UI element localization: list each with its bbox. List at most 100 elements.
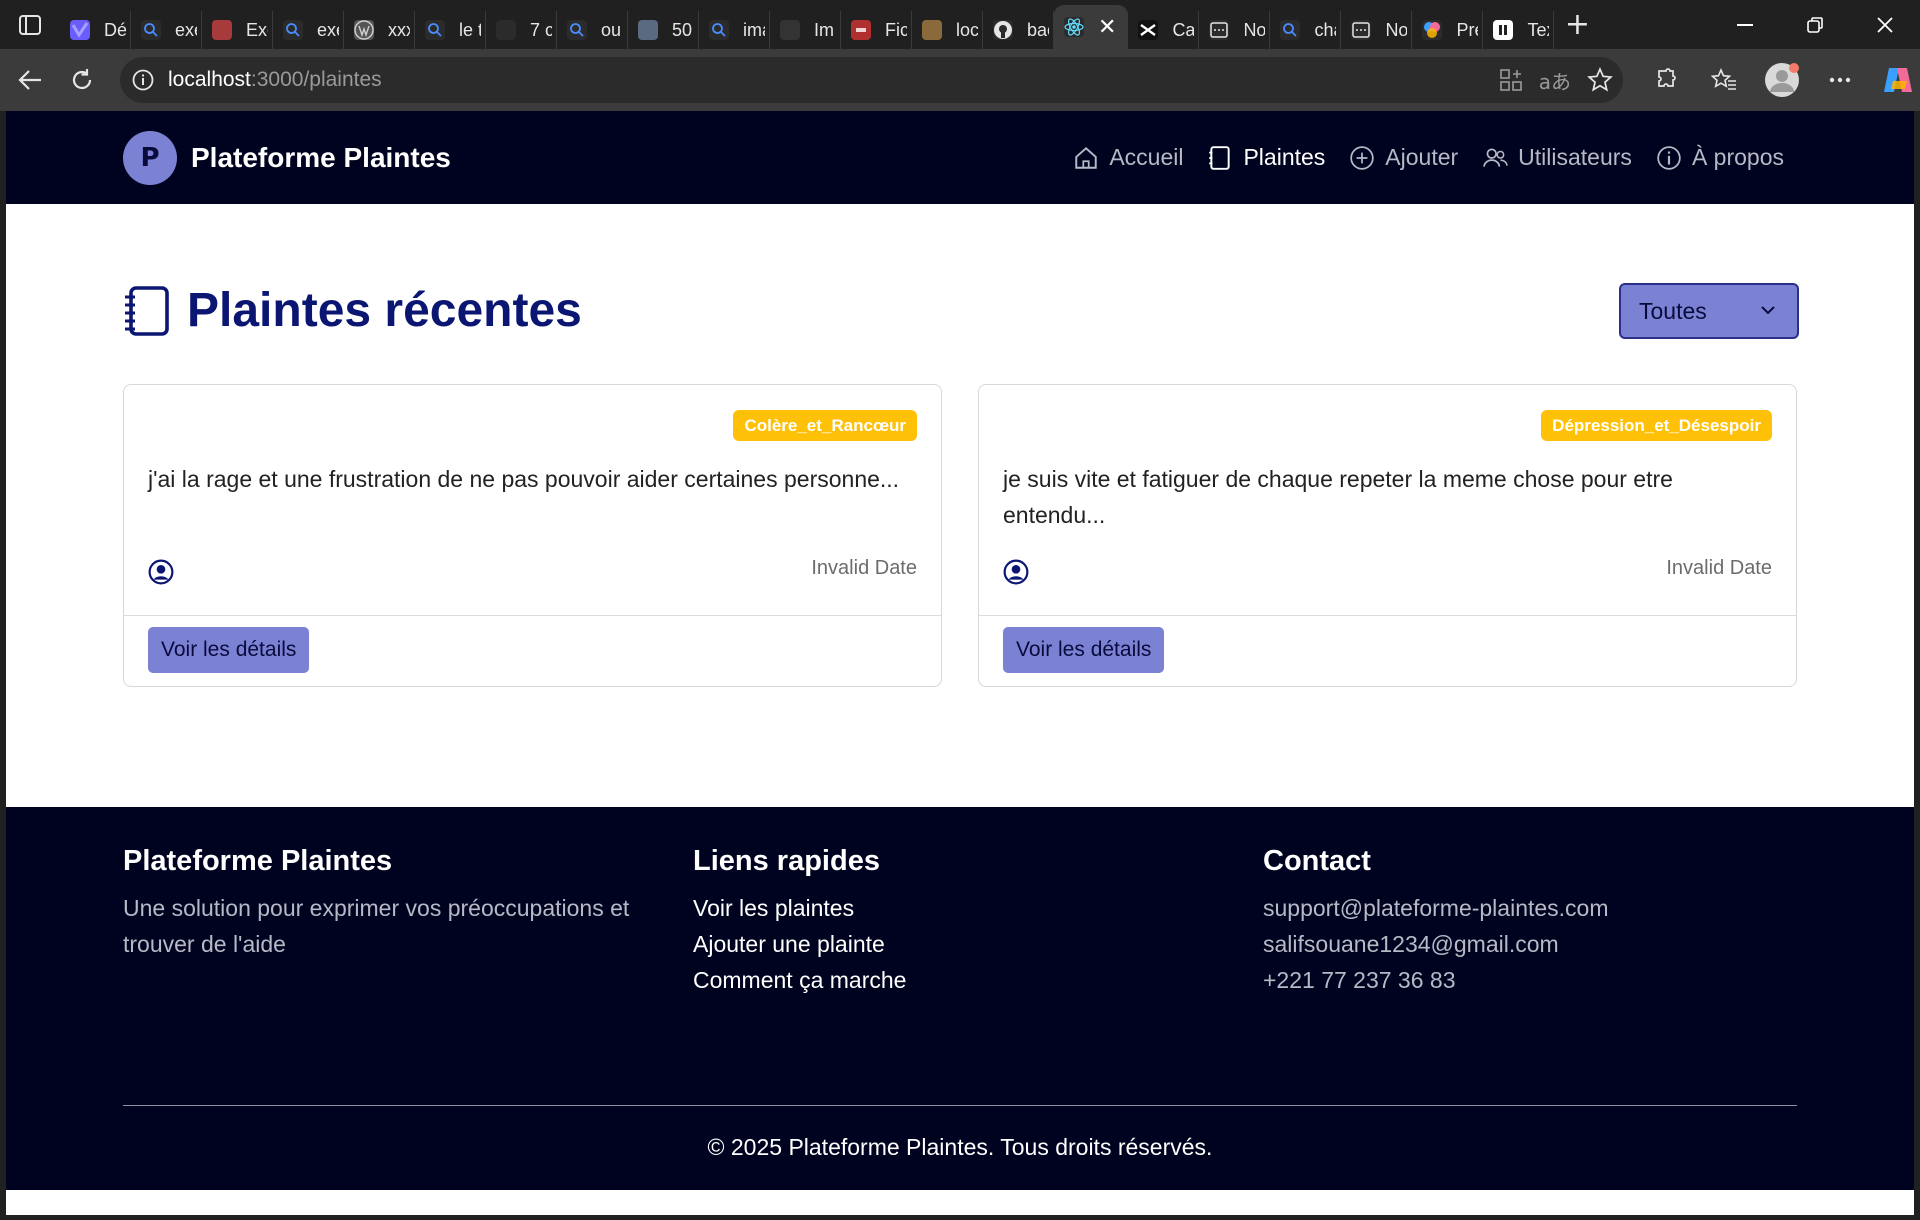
browser-tab[interactable]: Tex — [1483, 11, 1555, 49]
github-icon — [993, 20, 1013, 40]
note-icon — [1209, 20, 1230, 40]
favorites-icon[interactable] — [1698, 54, 1750, 106]
browser-tab[interactable]: Ca — [1128, 11, 1200, 49]
app-available-icon[interactable] — [1499, 68, 1523, 92]
browser-tab[interactable]: xxx — [344, 11, 415, 49]
browser-tab[interactable]: 50 — [628, 11, 699, 49]
tab-title: loc — [956, 19, 978, 40]
browser-tab[interactable]: loc — [912, 11, 983, 49]
browser-tab[interactable]: Exe — [202, 11, 273, 49]
browser-tab[interactable]: le t — [415, 11, 486, 49]
site-info-icon[interactable] — [132, 69, 154, 91]
browser-tab[interactable]: ✕ — [1054, 5, 1129, 49]
profile-avatar[interactable] — [1756, 54, 1808, 106]
restore-icon[interactable] — [1780, 0, 1850, 49]
translate-icon[interactable]: aあ — [1539, 66, 1571, 95]
browser-tab-strip: Dé exe Exe exe xxx le t 7 c ou 50 ima Im Fic loc bac ✕… — [0, 0, 1920, 49]
browser-tab[interactable]: ou — [557, 11, 628, 49]
nav-links: Accueil Plaintes Ajouter Utilisateurs À … — [1073, 111, 1784, 204]
browser-tab[interactable]: Im — [770, 11, 841, 49]
complaint-excerpt: je suis vite et fatiguer de chaque repet… — [1003, 466, 1673, 528]
new-tab-button[interactable]: + — [1554, 6, 1600, 44]
home-icon — [1075, 146, 1098, 169]
tab-title: ou — [601, 19, 622, 40]
nav-link-plaintes[interactable]: Plaintes — [1207, 144, 1325, 171]
view-details-button[interactable]: Voir les détails — [1003, 627, 1165, 673]
browser-tab[interactable]: 7 c — [486, 11, 557, 49]
nav-link-utilisateurs[interactable]: Utilisateurs — [1482, 144, 1632, 171]
pause-icon — [1493, 20, 1514, 40]
nav-link-accueil[interactable]: Accueil — [1073, 144, 1183, 171]
brand[interactable]: P Plateforme Plaintes — [123, 131, 451, 185]
browser-tab[interactable]: exe — [131, 11, 202, 49]
contact-email-personal: salifsouane1234@gmail.com — [1263, 931, 1559, 957]
url-text[interactable]: localhost:3000/plaintes — [168, 68, 382, 92]
tab-title: Pré — [1456, 19, 1478, 40]
search-icon — [141, 20, 161, 40]
navbar: P Plateforme Plaintes Accueil Plaintes A… — [6, 111, 1914, 204]
footer-about: Plateforme Plaintes Une solution pour ex… — [123, 845, 663, 962]
nav-link-a-propos[interactable]: À propos — [1656, 144, 1784, 171]
card-divider — [979, 615, 1796, 616]
arrow-logo-icon — [496, 20, 516, 40]
nav-link-ajouter[interactable]: Ajouter — [1349, 144, 1458, 171]
close-tab-icon[interactable]: ✕ — [1098, 15, 1116, 40]
browser-tab[interactable]: cha — [1270, 11, 1342, 49]
window-controls — [1710, 0, 1920, 49]
search-icon — [1280, 20, 1301, 40]
copilot-icon — [70, 20, 90, 40]
user-circle-icon — [1003, 559, 1029, 585]
tab-title: bac — [1027, 19, 1049, 40]
browser-tab[interactable]: Fic — [841, 11, 912, 49]
wordpress-icon — [354, 20, 374, 40]
footer-link-comment-ca-marche[interactable]: Comment ça marche — [693, 962, 906, 998]
tab-title: xxx — [388, 19, 410, 40]
tab-title: 7 c — [530, 19, 552, 40]
footer-about-text: Une solution pour exprimer vos préoccupa… — [123, 895, 630, 957]
complaint-card: Dépression_et_Désespoir je suis vite et … — [978, 384, 1797, 687]
favorite-star-icon[interactable] — [1587, 67, 1613, 93]
page-viewport: P Plateforme Plaintes Accueil Plaintes A… — [6, 111, 1914, 1215]
browser-tab[interactable]: exe — [273, 11, 344, 49]
footer-quick-links: Liens rapides Voir les plaintes Ajouter … — [693, 845, 906, 998]
user-circle-icon — [148, 559, 174, 585]
pdf-icon — [851, 20, 871, 40]
browser-tab[interactable]: No — [1341, 11, 1413, 49]
complaint-excerpt: j'ai la rage et une frustration de ne pa… — [148, 466, 900, 492]
close-window-icon[interactable] — [1850, 0, 1920, 49]
browser-toolbar: localhost:3000/plaintes aあ — [0, 49, 1920, 111]
tab-list: Dé exe Exe exe xxx le t 7 c ou 50 ima Im Fic loc bac ✕… — [60, 0, 1555, 49]
footer-links-title: Liens rapides — [693, 845, 880, 877]
browser-tab[interactable]: Pré — [1412, 11, 1484, 49]
search-icon — [283, 20, 303, 40]
nav-link-label: Plaintes — [1243, 144, 1326, 170]
extensions-icon[interactable] — [1640, 54, 1692, 106]
reload-icon[interactable] — [56, 54, 108, 106]
browser-tab[interactable]: No — [1199, 11, 1271, 49]
tab-title: No — [1385, 19, 1408, 40]
minimize-icon[interactable] — [1710, 0, 1780, 49]
view-details-button[interactable]: Voir les détails — [148, 627, 310, 673]
footer-copyright: © 2025 Plateforme Plaintes. Tous droits … — [707, 1134, 1213, 1160]
chevron-down-icon — [1761, 306, 1775, 315]
page-title: Plaintes récentes — [187, 284, 582, 337]
back-icon[interactable] — [4, 54, 56, 106]
footer: Plateforme Plaintes Une solution pour ex… — [6, 807, 1914, 1190]
footer-contact-title: Contact — [1263, 845, 1371, 877]
tab-title: Im — [814, 19, 834, 40]
more-options-icon[interactable] — [1814, 54, 1866, 106]
tab-title: le t — [459, 19, 481, 40]
image-thumb-icon — [780, 20, 800, 40]
tab-title: ima — [743, 19, 765, 40]
tab-actions-icon[interactable] — [0, 0, 60, 49]
browser-tab[interactable]: bac — [983, 11, 1054, 49]
browser-tab[interactable]: ima — [699, 11, 770, 49]
footer-link-voir-plaintes[interactable]: Voir les plaintes — [693, 890, 906, 926]
footer-link-ajouter-plainte[interactable]: Ajouter une plainte — [693, 926, 906, 962]
category-filter-select[interactable]: Toutes — [1619, 283, 1799, 339]
tab-title: cha — [1314, 19, 1336, 40]
address-bar[interactable]: localhost:3000/plaintes aあ — [120, 57, 1623, 103]
copilot-icon[interactable] — [1872, 54, 1920, 106]
capcut-icon — [1138, 20, 1159, 40]
browser-tab[interactable]: Dé — [60, 11, 131, 49]
